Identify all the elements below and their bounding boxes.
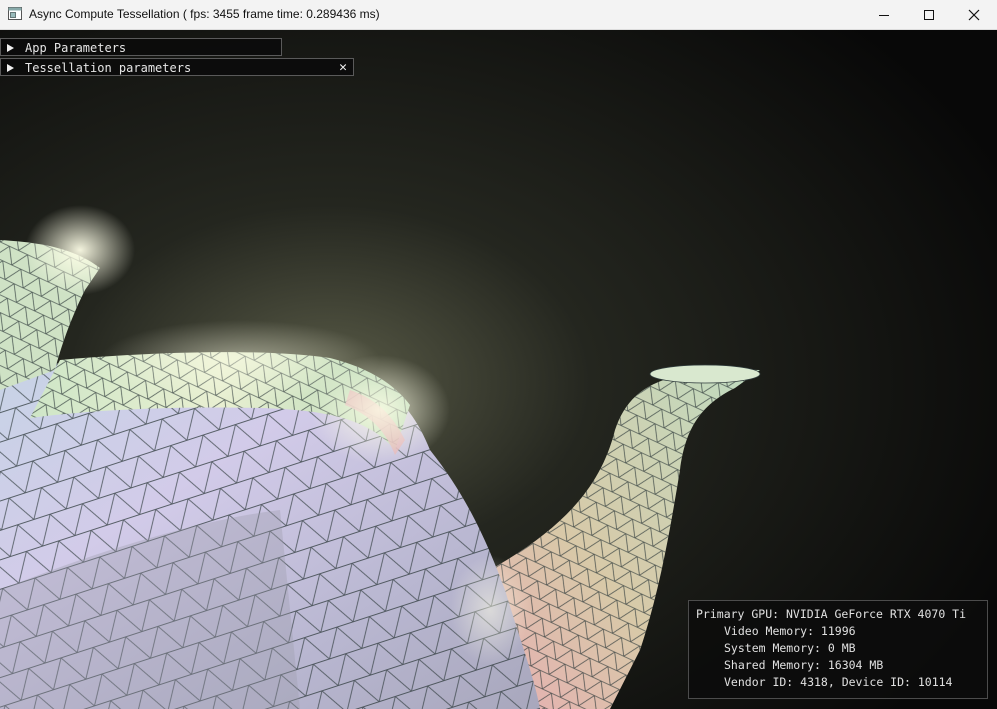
maximize-button[interactable] (906, 0, 952, 29)
panel-tessellation-parameters-label: Tessellation parameters (25, 61, 192, 75)
gpu-system-memory: System Memory: 0 MB (724, 641, 856, 655)
render-viewport[interactable]: App Parameters Tessellation parameters ✕… (0, 30, 997, 709)
expand-arrow-icon[interactable] (7, 64, 14, 72)
close-icon[interactable]: ✕ (339, 59, 347, 77)
panel-app-parameters[interactable]: App Parameters (0, 38, 282, 56)
close-icon (968, 9, 980, 20)
gpu-shared-memory: Shared Memory: 16304 MB (724, 658, 884, 672)
app-window-icon (8, 7, 22, 20)
window-titlebar[interactable]: Async Compute Tessellation ( fps: 3455 f… (0, 0, 997, 30)
window-title: Async Compute Tessellation ( fps: 3455 f… (29, 7, 380, 21)
panel-tessellation-parameters[interactable]: Tessellation parameters ✕ (0, 58, 354, 76)
panel-app-parameters-label: App Parameters (25, 41, 127, 55)
gpu-vendor-device-id: Vendor ID: 4318, Device ID: 10114 (724, 675, 953, 689)
maximize-icon (924, 9, 934, 20)
expand-arrow-icon[interactable] (7, 44, 14, 52)
minimize-icon (879, 14, 889, 16)
gpu-name: Primary GPU: NVIDIA GeForce RTX 4070 Ti (696, 607, 967, 621)
gpu-info-overlay: Primary GPU: NVIDIA GeForce RTX 4070 Ti … (688, 600, 988, 699)
close-button[interactable] (951, 0, 997, 29)
gpu-video-memory: Video Memory: 11996 (724, 624, 856, 638)
minimize-button[interactable] (861, 0, 907, 29)
